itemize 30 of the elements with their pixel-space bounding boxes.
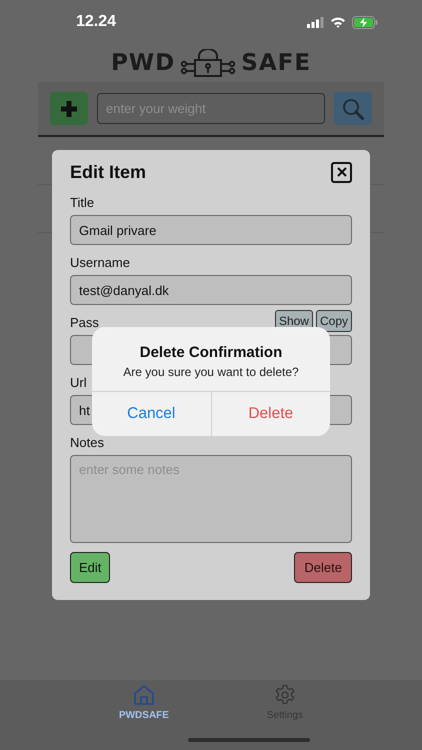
field-label: Title: [70, 194, 94, 212]
input-field[interactable]: test@danyal.dk: [70, 275, 352, 305]
field-label: Username: [70, 254, 130, 272]
field-label: Url: [70, 374, 87, 392]
alert-title: Delete Confirmation: [138, 344, 284, 361]
search-button[interactable]: [334, 92, 372, 125]
signal-icon: [307, 16, 324, 28]
add-button[interactable]: [50, 92, 88, 125]
delete-button[interactable]: Delete: [294, 552, 352, 583]
logo-text: SAFE: [241, 50, 312, 76]
edit-button[interactable]: Edit: [70, 552, 110, 583]
time: 12.24: [76, 13, 116, 31]
field-label: Pass: [70, 314, 99, 332]
close-button[interactable]: [331, 162, 352, 182]
home-icon: [132, 684, 155, 706]
cancel-button[interactable]: Cancel: [92, 392, 210, 436]
logo-text: PWD: [110, 50, 176, 76]
field-action-button[interactable]: Copy: [316, 310, 352, 332]
settings-icon: [274, 684, 296, 706]
dialog-title: Edit Item: [70, 162, 146, 182]
plus-icon: [61, 100, 77, 116]
input-field[interactable]: Gmail privare: [70, 215, 352, 245]
alert-message: Are you sure you want to delete?: [122, 365, 300, 379]
battery-charging-icon: [352, 16, 378, 28]
delete-button[interactable]: Delete: [210, 392, 330, 436]
search-icon: [342, 98, 364, 120]
close-icon: [336, 167, 346, 177]
tab-bar-item[interactable]: PWDSAFE: [110, 680, 177, 724]
field-label: Notes: [70, 434, 104, 452]
wifi-icon: [330, 16, 346, 28]
